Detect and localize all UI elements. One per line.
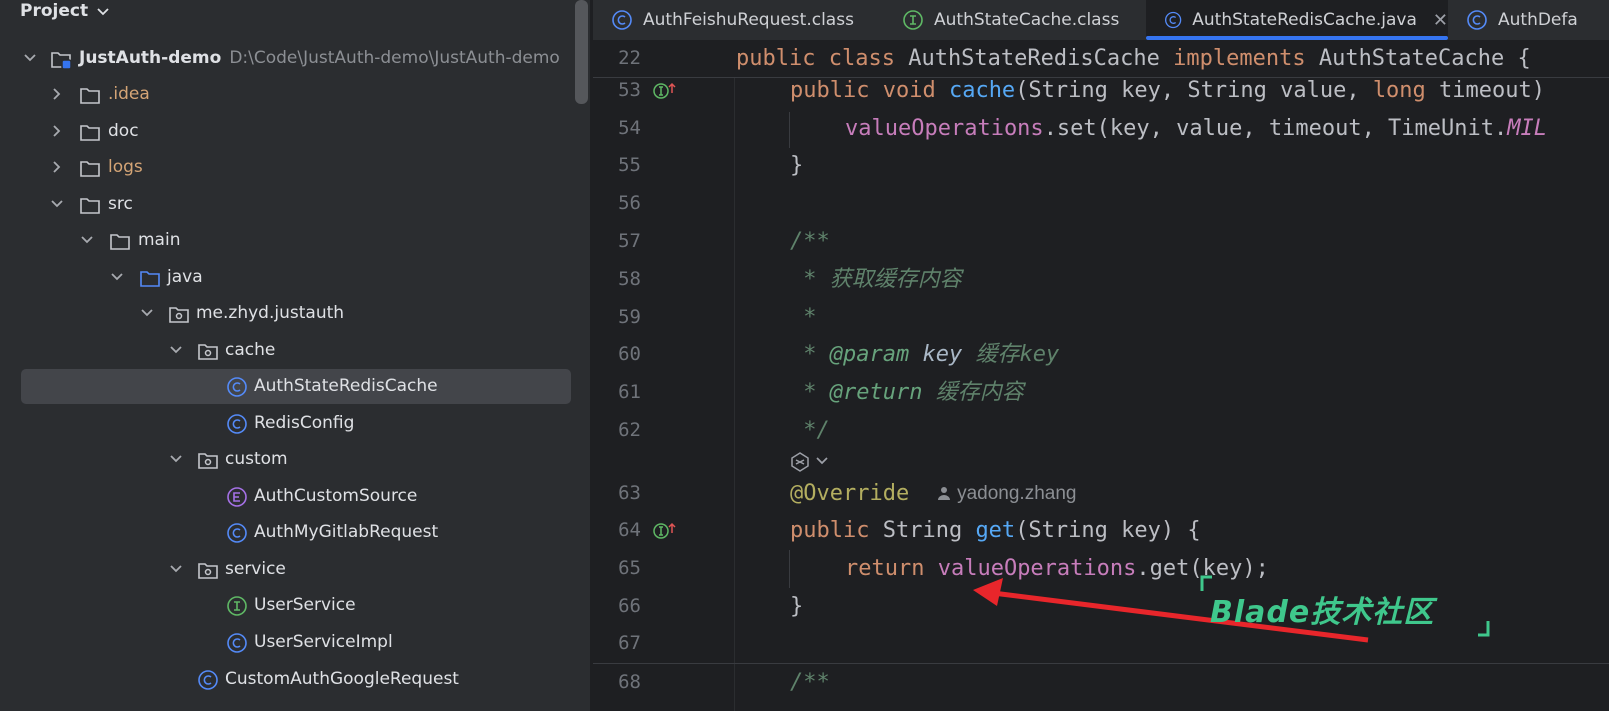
package-icon — [169, 307, 189, 323]
chevron-down-icon[interactable] — [78, 231, 96, 249]
folder-icon — [80, 198, 100, 214]
chevron-down-icon[interactable] — [167, 560, 185, 578]
project-view-selector[interactable]: Project — [20, 0, 110, 22]
tree-label: RedisConfig — [254, 413, 355, 433]
tree-item-userservice[interactable]: UserService — [0, 587, 590, 624]
root-module-name: JustAuth-demo — [79, 48, 222, 68]
code-editor[interactable]: AuthFeishuRequest.class AuthStateCache.c… — [593, 0, 1609, 711]
module-folder-icon — [51, 52, 72, 70]
chevron-down-icon[interactable] — [108, 268, 126, 286]
tree-label: cache — [225, 340, 276, 360]
chevron-right-icon[interactable] — [48, 85, 66, 103]
tree-item-java[interactable]: java — [0, 259, 590, 296]
class-icon — [227, 377, 247, 397]
class-icon — [198, 670, 218, 690]
tree-item-authstaterediscache[interactable]: AuthStateRedisCache — [0, 368, 590, 405]
chevron-down-icon[interactable] — [48, 195, 66, 213]
chevron-down-icon[interactable] — [21, 49, 39, 67]
tree-label: custom — [225, 449, 288, 469]
tree-label: AuthCustomSource — [254, 486, 418, 506]
tree-item-cache[interactable]: cache — [0, 332, 590, 369]
chevron-right-icon[interactable] — [48, 158, 66, 176]
root-module-path: D:\Code\JustAuth-demo\JustAuth-demo — [229, 48, 560, 68]
tree-label: src — [108, 194, 133, 214]
tree-item-logs[interactable]: logs — [0, 149, 590, 186]
tree-label: service — [225, 559, 286, 579]
tree-label: .idea — [108, 84, 150, 104]
tree-label: AuthStateRedisCache — [254, 376, 438, 396]
tree-item-authmygitlabrequest[interactable]: AuthMyGitlabRequest — [0, 514, 590, 551]
class-icon — [227, 523, 247, 543]
chevron-down-icon[interactable] — [138, 304, 156, 322]
tree-label: UserServiceImpl — [254, 632, 393, 652]
tree-item-custom[interactable]: custom — [0, 441, 590, 478]
tree-label: logs — [108, 157, 143, 177]
tree-item-authcustomsource[interactable]: AuthCustomSource — [0, 478, 590, 515]
tree-item-main[interactable]: main — [0, 222, 590, 259]
watermark-text: Blade技术社区 — [1210, 595, 1435, 630]
chevron-down-icon[interactable] — [167, 341, 185, 359]
tree-label: CustomAuthGoogleRequest — [225, 669, 459, 689]
chevron-down-icon[interactable] — [167, 450, 185, 468]
tree-item-userserviceimpl[interactable]: UserServiceImpl — [0, 624, 590, 661]
package-icon — [198, 563, 218, 579]
tree-item-idea[interactable]: .idea — [0, 76, 590, 113]
tree-label: AuthMyGitlabRequest — [254, 522, 439, 542]
package-icon — [198, 453, 218, 469]
package-icon — [198, 344, 218, 360]
tree-item-src[interactable]: src — [0, 186, 590, 223]
project-title: Project — [20, 1, 89, 21]
tree-label: UserService — [254, 595, 356, 615]
tree-label: me.zhyd.justauth — [196, 303, 345, 323]
tree-root-justauth-demo[interactable]: JustAuth-demo D:\Code\JustAuth-demo\JustA… — [0, 40, 590, 77]
tree-item-customauthgooglerequest[interactable]: CustomAuthGoogleRequest — [0, 661, 590, 698]
folder-icon — [80, 88, 100, 104]
folder-icon — [80, 125, 100, 141]
chevron-right-icon[interactable] — [48, 122, 66, 140]
source-folder-icon — [140, 271, 160, 287]
tree-label: doc — [108, 121, 139, 141]
interface-icon — [227, 596, 247, 616]
tree-label: main — [138, 230, 181, 250]
enum-icon — [227, 487, 247, 507]
project-panel: Project JustAuth-demo D:\Code\JustAuth-de… — [0, 0, 590, 711]
tree-item-redisconfig[interactable]: RedisConfig — [0, 405, 590, 442]
watermark: Blade技术社区 — [1200, 575, 1490, 643]
tree-label: java — [167, 267, 203, 287]
tree-item-doc[interactable]: doc — [0, 113, 590, 150]
tree-item-service[interactable]: service — [0, 551, 590, 588]
chevron-down-icon — [97, 8, 109, 16]
class-icon — [227, 633, 247, 653]
class-icon — [227, 414, 247, 434]
folder-icon — [80, 161, 100, 177]
folder-icon — [110, 234, 130, 250]
tree-item-package-root[interactable]: me.zhyd.justauth — [0, 295, 590, 332]
